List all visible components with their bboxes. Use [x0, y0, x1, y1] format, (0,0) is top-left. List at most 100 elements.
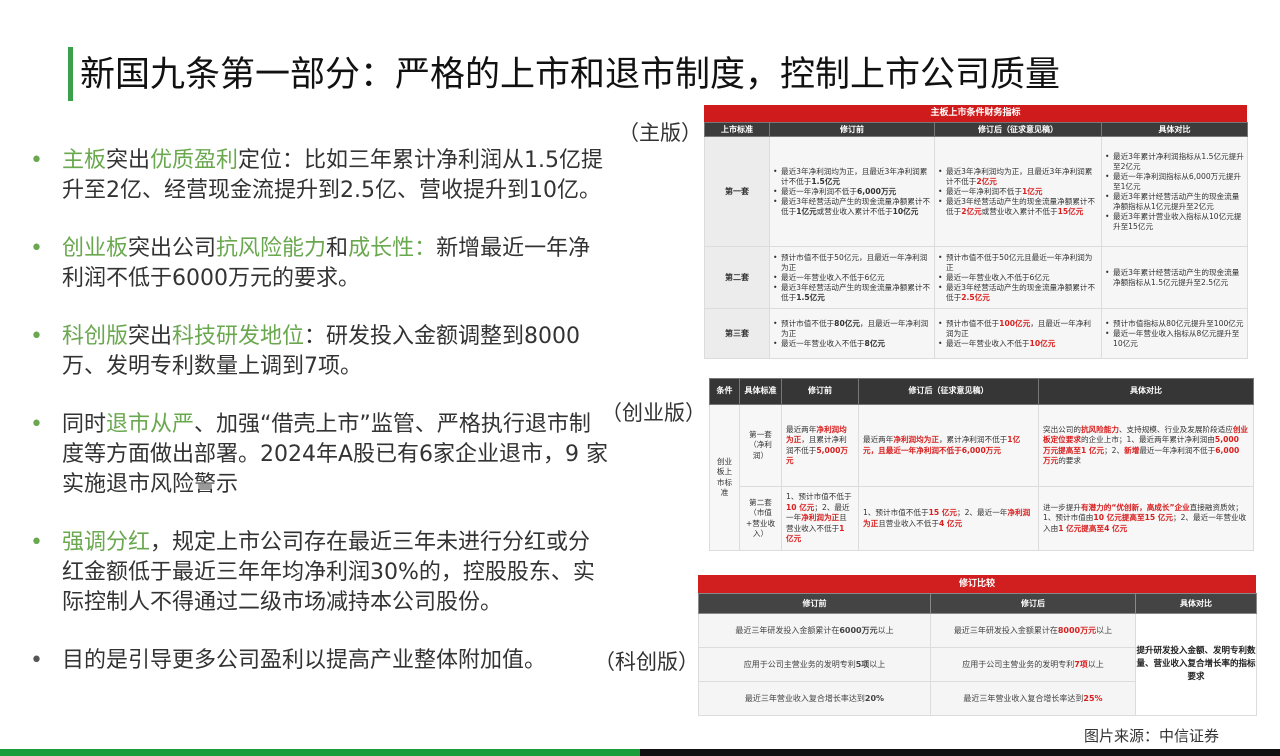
bullet-dot-icon: •	[30, 530, 43, 555]
text-run: ；2、最近一年	[957, 508, 1008, 517]
text-run: 100亿元	[999, 318, 1031, 328]
star-header-after: 修订后	[930, 593, 1136, 614]
main-board-table-title: 主板上市条件财务指标	[704, 105, 1247, 122]
star-compare-cell: 提升研发投入金额、发明专利数量、营业收入复合增长率的指标要求	[1135, 613, 1257, 716]
cell-bullet: 最近3年净利润均为正，且最近3年净利润累计不低于1.5亿元	[773, 167, 931, 187]
image-source-note: 图片来源：中信证券	[1084, 727, 1220, 745]
star-before-cell: 最近三年研发投入金额累计在6000万元以上	[698, 613, 931, 648]
cyb-header-after: 修订后（征求意见稿）	[858, 378, 1039, 405]
text-run: 最近一年营业收入不低于6亿元	[946, 272, 1050, 282]
text-run: 净利润均为正	[893, 435, 939, 444]
text-run: 6000万元	[839, 626, 878, 635]
cell-bullet: 最近3年累计经营活动产生的现金流量净额指标从1亿元提升至2亿元	[1105, 192, 1244, 212]
table-row: 最近三年研发投入金额累计在6000万元以上 最近三年研发投入金额累计在8000万…	[698, 613, 1257, 716]
cell-bullet: 最近3年累计经营活动产生的现金流量净额指标从1.5亿元提升至2.5亿元	[1105, 268, 1244, 288]
bullet-dot-icon: •	[30, 236, 43, 261]
text-run: 新增	[1124, 445, 1140, 455]
table-row: 创业板上市标准 第一套（净利润） 最近两年净利润均为正，且累计净利润不低于5,0…	[709, 404, 1254, 551]
main-board-table: 主板上市条件财务指标 上市标准 修订前 修订后（征求意见稿） 具体对比 第一套 …	[704, 105, 1248, 359]
label-chinext: （创业版）	[601, 401, 706, 425]
cell-bullet: 预计市值不低于80亿元，且最近一年净利润为正	[773, 319, 931, 339]
text-run: 1.5亿元	[796, 292, 825, 302]
text-run: 的企业上市；1、最近两年累计净利润由	[1080, 435, 1215, 444]
table-row: 第一套 最近3年净利润均为正，且最近3年净利润累计不低于1.5亿元最近一年净利润…	[704, 136, 1248, 247]
text-run: 1、预计市值不低于	[863, 508, 929, 517]
text-run: 最近3年净利润均为正，且最近3年净利润累计不低于	[946, 166, 1093, 186]
bullet-dot-icon: •	[30, 324, 43, 349]
cell-bullet: 最近3年经营活动产生的现金流量净额累计不低于1.5亿元	[773, 283, 931, 303]
star-after-cell: 最近三年研发投入金额累计在8000万元以上	[930, 613, 1136, 648]
text-run: 1 亿元提高至4 亿元	[1058, 523, 1128, 533]
table-row: 第三套 预计市值不低于80亿元，且最近一年净利润为正最近一年营业收入不低于8亿元…	[704, 308, 1248, 359]
main-row-label: 第三套	[704, 308, 770, 359]
text-run: 应用于公司主营业务的发明专利	[962, 660, 1075, 669]
text-run: 预计市值不低于	[781, 318, 835, 328]
star-after-cell: 应用于公司主营业务的发明专利7项以上	[930, 647, 1136, 682]
cyb-after-cell: 1、预计市值不低于15 亿元；2、最近一年净利润为正且营业收入不低于4 亿元	[858, 486, 1039, 551]
text-run: 以上	[1096, 626, 1113, 635]
cell-bullet: 最近3年累计净利润指标从1.5亿元提升至2亿元	[1105, 152, 1244, 172]
text-run: ；2、	[1104, 445, 1125, 455]
cell-bullet: 最近一年净利润不低于1亿元	[938, 187, 1098, 197]
highlighted-phrase: 抗风险能力	[216, 236, 327, 261]
cell-bullet: 最近一年净利润不低于6,000万元	[773, 187, 931, 197]
cell-bullet: 最近3年经营活动产生的现金流量净额累计不低于1亿元或营业收入累计不低于10亿元	[773, 197, 931, 217]
highlighted-phrase: 退市从严	[106, 412, 195, 437]
star-table-title: 修订比较	[698, 575, 1256, 593]
bullet-text: 目的是引导更多公司盈利以提高产业整体附加值。	[62, 648, 547, 673]
text-run: 净利润为正	[801, 513, 840, 523]
bullet-dot-icon: •	[30, 148, 43, 173]
text-run: 7项	[1074, 660, 1088, 669]
text-run: 最近一年营业收入不低于6亿元	[781, 272, 885, 282]
star-grid: 修订前 修订后 具体对比 最近三年研发投入金额累计在6000万元以上 最近三年研…	[698, 593, 1257, 716]
text-run: 10 亿元提高至15 亿元	[1093, 513, 1173, 523]
text-run: ，累计净利润不低于	[938, 435, 1008, 444]
cell-bullet: 最近3年经营活动产生的现金流量净额累计不低于2.5亿元	[938, 283, 1098, 303]
table-row: 第二套 预计市值不低于50亿元，且最近一年净利润为正最近一年营业收入不低于6亿元…	[704, 246, 1248, 309]
bullet-list: • 主板突出优质盈利定位：比如三年累计净利润从1.5亿提升至2亿、经营现金流提升到…	[30, 146, 610, 704]
bullet-text: 突出	[128, 324, 173, 349]
highlighted-phrase: 成长性：	[348, 236, 437, 261]
main-before-cell: 预计市值不低于80亿元，且最近一年净利润为正最近一年营业收入不低于8亿元	[769, 308, 935, 359]
text-run: 8亿元	[864, 338, 886, 348]
star-after-cell: 最近三年营业收入复合增长率达到25%	[930, 681, 1136, 716]
cyb-after-cell: 最近两年净利润均为正，累计净利润不低于1亿元，且最近一年净利润不低于6,000万…	[858, 404, 1039, 487]
text-run: 最近一年净利润不低于	[781, 186, 857, 196]
text-run: 1.5亿元	[811, 176, 841, 186]
bullet-text: 同时	[62, 412, 107, 437]
label-main-board: （主版）	[618, 121, 702, 145]
main-board-grid: 上市标准 修订前 修订后（征求意见稿） 具体对比 第一套 最近3年净利润均为正，…	[704, 122, 1248, 359]
text-run: 10亿元	[892, 206, 919, 216]
cyb-compare-cell: 突出公司的抗风险能力、支持规模、行业及发展阶段适应创业板定位要求的企业上市；1、…	[1038, 404, 1254, 487]
bullet-item: • 强调分红，规定上市公司存在最近三年未进行分红或分红金额低于最近三年年均净利润3…	[30, 528, 610, 618]
text-run: 10 亿元	[786, 502, 815, 512]
star-header-before: 修订前	[698, 593, 931, 614]
text-run: 抗风险能力	[1080, 424, 1119, 434]
text-run: 1、预计市值不低于	[786, 492, 852, 502]
cyb-header-compare: 具体对比	[1038, 378, 1254, 405]
text-run: 最近两年	[786, 424, 817, 434]
main-after-cell: 预计市值不低于100亿元，且最近一年净利润为正最近一年营业收入不低于10亿元	[934, 308, 1102, 359]
main-after-cell: 预计市值不低于50亿元且最近一年净利润为正最近一年营业收入不低于6亿元最近3年经…	[934, 246, 1102, 309]
cyb-header-condition: 条件	[709, 378, 740, 405]
text-run: 最近一年净利润不低于	[1139, 445, 1216, 455]
bullet-dot-icon: •	[30, 412, 43, 437]
bullet-item: • 目的是引导更多公司盈利以提高产业整体附加值。	[30, 646, 610, 676]
text-run: 进一步提升	[1043, 502, 1081, 512]
cell-bullet: 最近一年营业收入不低于6亿元	[938, 273, 1098, 283]
highlighted-phrase: 主板	[62, 148, 107, 173]
text-run: 15 亿元	[928, 508, 957, 517]
bullet-dot-icon: •	[30, 648, 43, 673]
cell-bullet: 预计市值指标从80亿元提升至100亿元	[1105, 319, 1244, 329]
cell-bullet: 预计市值不低于50亿元且最近一年净利润为正	[938, 253, 1098, 273]
text-run: 最近三年营业收入复合增长率达到	[963, 694, 1084, 703]
cell-bullet: 最近一年营业收入不低于8亿元	[773, 339, 931, 349]
star-header-compare: 具体对比	[1135, 593, 1257, 614]
bullet-text: 突出公司	[128, 236, 217, 261]
star-before-cell: 应用于公司主营业务的发明专利5项以上	[698, 647, 931, 682]
text-run: 6,000万元	[856, 186, 897, 196]
cyb-standard-cell: 第二套（市值+营业收入）	[739, 486, 782, 551]
text-run: 最近一年营业收入不低于	[781, 338, 865, 348]
bullet-item: • 科创版突出科技研发地位：研发投入金额调整到8000万、发明专利数量上调到7项。	[30, 322, 610, 382]
main-before-cell: 预计市值不低于50亿元，且最近一年净利润为正最近一年营业收入不低于6亿元最近3年…	[769, 246, 935, 309]
